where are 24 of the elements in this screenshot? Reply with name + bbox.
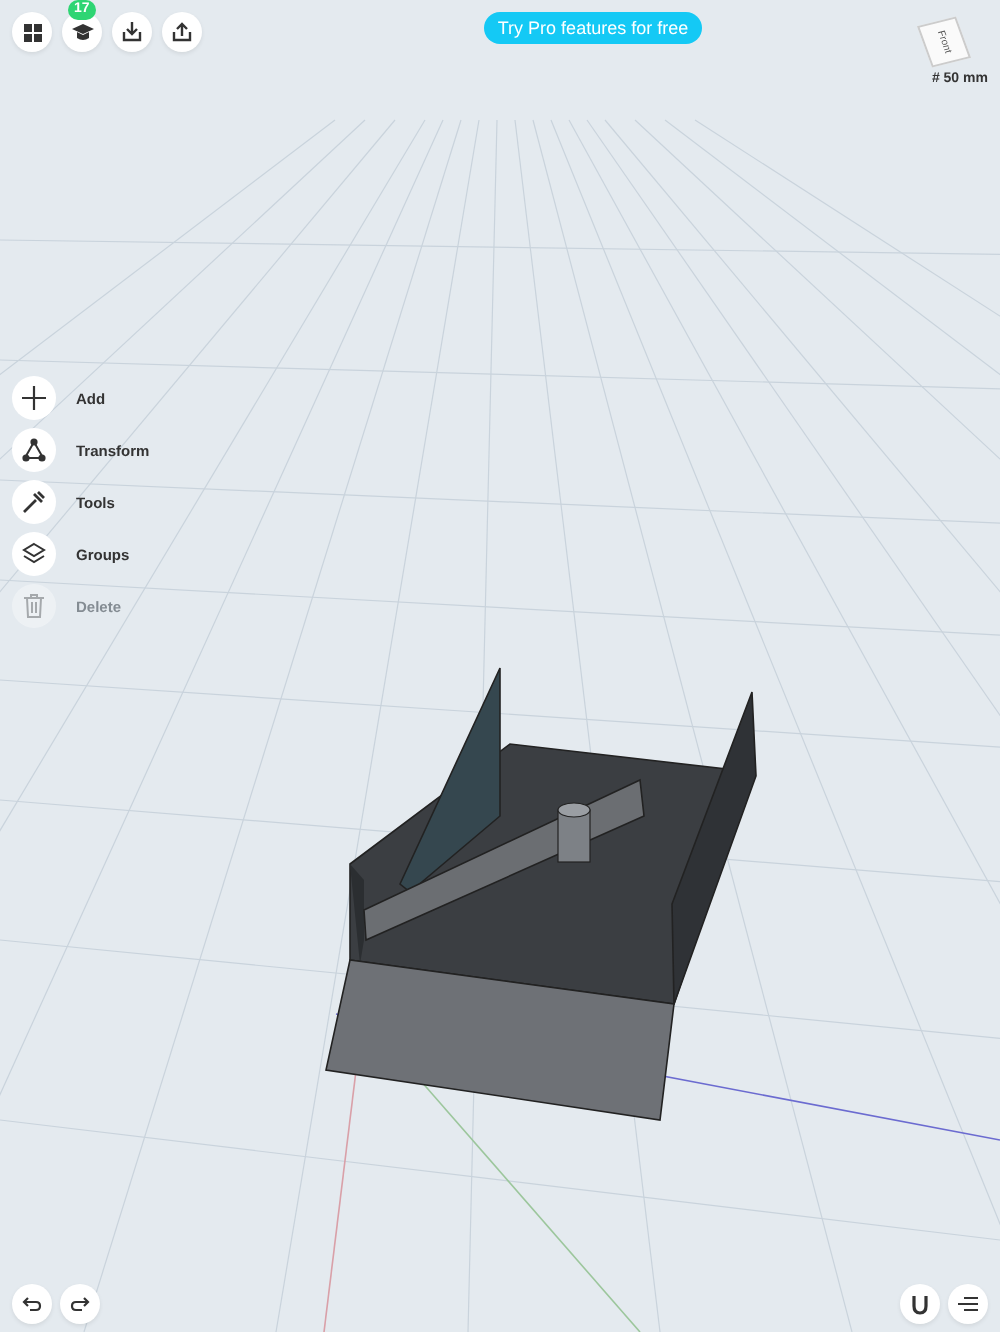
redo-button[interactable] — [60, 1284, 100, 1324]
download-tray-icon — [122, 22, 142, 42]
menu-button[interactable] — [948, 1284, 988, 1324]
layers-icon — [22, 542, 46, 566]
share-icon — [172, 22, 192, 42]
plus-icon — [22, 386, 46, 410]
menu-icon-button[interactable] — [12, 532, 56, 576]
snap-button[interactable] — [900, 1284, 940, 1324]
graduation-cap-icon — [71, 22, 93, 42]
grid-icon — [23, 23, 41, 41]
menu-icon-button[interactable] — [12, 480, 56, 524]
share-button[interactable] — [162, 12, 202, 52]
menu-icon — [958, 1296, 978, 1312]
redo-icon — [70, 1296, 90, 1312]
magnet-icon — [910, 1293, 930, 1315]
undo-button[interactable] — [12, 1284, 52, 1324]
menu-icon-button[interactable] — [12, 376, 56, 420]
import-button[interactable] — [112, 12, 152, 52]
trash-icon — [24, 594, 44, 618]
grid-menu-button[interactable] — [12, 12, 52, 52]
menu-icon-button[interactable] — [12, 428, 56, 472]
wrench-icon — [22, 490, 46, 514]
transform-icon — [22, 438, 46, 462]
undo-icon — [22, 1296, 42, 1312]
